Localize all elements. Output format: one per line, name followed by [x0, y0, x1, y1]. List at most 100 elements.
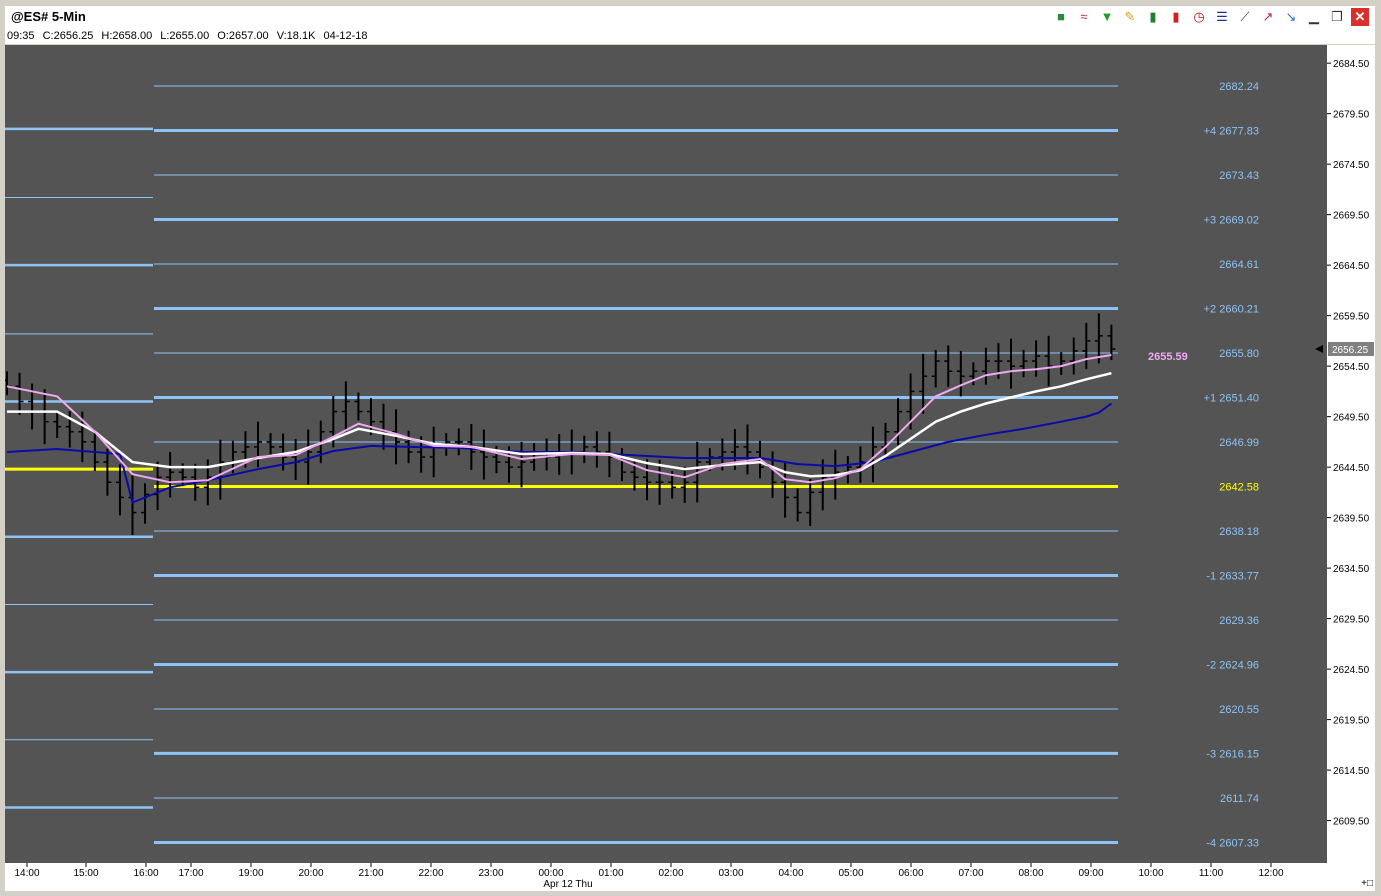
price-bar	[793, 488, 802, 522]
x-tick-label: 06:00	[898, 868, 923, 879]
y-tick-label: 2644.50	[1333, 463, 1370, 474]
price-bar	[1019, 349, 1028, 378]
close-icon[interactable]: ✕	[1351, 8, 1369, 26]
price-bar	[768, 451, 777, 498]
clock-icon[interactable]: ◷	[1190, 8, 1208, 26]
quote-time: 09:35	[7, 30, 35, 42]
price-bar	[254, 421, 262, 468]
y-tick-label: 2634.50	[1333, 564, 1370, 575]
quote-low: L:2655.00	[160, 30, 210, 42]
x-tick-label: 21:00	[358, 868, 383, 879]
price-bar	[843, 455, 852, 484]
pointer-icon[interactable]: ↘	[1282, 8, 1300, 26]
x-tick-label: 19:00	[238, 868, 263, 879]
y-tick-label: 2664.50	[1333, 261, 1370, 272]
quote-date: 04-12-18	[323, 30, 368, 42]
time-axis[interactable]: 14:00 15:00 16:00 17:00 19:00 20:00 21:00 22:00…	[5, 863, 1375, 891]
level-label: -4 2607.33	[1206, 837, 1259, 849]
quote-volume: V:18.1K	[276, 30, 316, 42]
price-bar	[944, 345, 953, 387]
y-tick-label: 2619.50	[1333, 716, 1370, 727]
x-tick-label: 20:00	[298, 868, 323, 879]
candle-icon[interactable]: ▮	[1167, 8, 1185, 26]
price-bar	[931, 349, 940, 388]
level-label: 2611.74	[1220, 793, 1259, 805]
x-tick-label: 11:00	[1199, 868, 1224, 879]
price-bar	[1007, 338, 1015, 389]
level-label: 2646.99	[1219, 437, 1259, 449]
price-bar	[115, 464, 124, 516]
x-tick-label: 01:00	[598, 868, 623, 879]
y-tick-label: 2629.50	[1333, 615, 1370, 626]
list-icon[interactable]: ☰	[1213, 8, 1231, 26]
price-bar	[40, 389, 49, 445]
price-bar	[53, 410, 62, 438]
price-bar	[1057, 352, 1066, 376]
zoom-control[interactable]: +□	[1361, 878, 1373, 889]
y-tick-label: 2654.50	[1333, 362, 1370, 373]
x-tick-label: 22:00	[418, 868, 443, 879]
price-bar	[743, 424, 752, 475]
x-tick-label: 00:00	[538, 868, 563, 879]
rainbow-icon[interactable]: ≈	[1075, 8, 1093, 26]
price-bar	[1032, 340, 1041, 377]
x-tick-label: 15:00	[73, 868, 98, 879]
price-axis[interactable]: 2684.50 2679.50 2674.50 2669.50 2664.50 2659.…	[1327, 45, 1375, 863]
y-tick-label: 2659.50	[1333, 312, 1370, 323]
minimize-icon[interactable]: ▁	[1305, 8, 1323, 26]
level-label: 2673.43	[1219, 170, 1259, 182]
x-tick-label: 14:00	[14, 868, 39, 879]
level-label: 2629.36	[1219, 615, 1259, 627]
price-bar	[617, 448, 626, 482]
x-tick-label: 12:00	[1258, 868, 1283, 879]
price-bar	[479, 429, 488, 480]
tree-icon[interactable]: ▼	[1098, 8, 1116, 26]
time-axis-svg: 14:00 15:00 16:00 17:00 19:00 20:00 21:00 22:00…	[14, 863, 1284, 890]
chart-title: @ES# 5-Min	[11, 9, 86, 24]
price-bar	[15, 372, 24, 415]
x-tick-label: 16:00	[133, 868, 158, 879]
cube-icon[interactable]: ■	[1052, 8, 1070, 26]
level-label: 2642.58	[1219, 482, 1259, 494]
last-price-arrow	[1315, 344, 1323, 353]
x-tick-label: 02:00	[658, 868, 683, 879]
y-tick-label: 2624.50	[1333, 665, 1370, 676]
y-tick-label: 2639.50	[1333, 514, 1370, 525]
toolbar: ■ ≈ ▼ ✎ ▮ ▮ ◷ ☰ ⟋ ↗ ↘ ▁ ❐ ✕	[1052, 8, 1369, 26]
price-bar	[643, 459, 652, 501]
x-tick-label: 09:00	[1078, 868, 1103, 879]
quote-open: O:2657.00	[217, 30, 269, 42]
price-bar	[141, 483, 150, 524]
y-tick-label: 2679.50	[1333, 110, 1370, 121]
level-label: -2 2624.96	[1206, 659, 1259, 671]
date-label: Apr 12 Thu	[543, 879, 592, 890]
pencil-icon[interactable]: ✎	[1121, 8, 1139, 26]
line-tool-icon[interactable]: ⟋	[1236, 8, 1254, 26]
level-label: -3 2616.15	[1206, 748, 1259, 760]
price-bar	[580, 435, 589, 464]
x-tick-label: 05:00	[838, 868, 863, 879]
price-bar	[5, 371, 11, 396]
price-bar	[341, 381, 350, 432]
level-label: 2664.61	[1219, 259, 1259, 271]
price-bar	[291, 439, 300, 481]
price-bar	[166, 451, 175, 498]
price-bar	[592, 431, 601, 468]
price-bar	[266, 432, 275, 456]
price-bar	[1069, 337, 1078, 375]
level-label: +4 2677.83	[1204, 126, 1259, 138]
level-label: 2655.80	[1219, 348, 1259, 360]
price-bar	[429, 426, 438, 478]
plot-area[interactable]: 2682.24 +4 2677.83 2673.43 +3 2669.02 2664.6…	[5, 45, 1327, 863]
price-bar	[454, 428, 463, 456]
restore-icon[interactable]: ❐	[1328, 8, 1346, 26]
trend-icon[interactable]: ↗	[1259, 8, 1277, 26]
x-tick-label: 03:00	[718, 868, 743, 879]
price-chart[interactable]: 2682.24 +4 2677.83 2673.43 +3 2669.02 2664.6…	[5, 45, 1327, 863]
bar-chart-icon[interactable]: ▮	[1144, 8, 1162, 26]
x-tick-label: 17:00	[178, 868, 203, 879]
level-label: +3 2669.02	[1204, 215, 1259, 227]
x-tick-label: 04:00	[778, 868, 803, 879]
ma-value-label: 2655.59	[1148, 351, 1188, 363]
level-label: 2638.18	[1219, 526, 1259, 538]
